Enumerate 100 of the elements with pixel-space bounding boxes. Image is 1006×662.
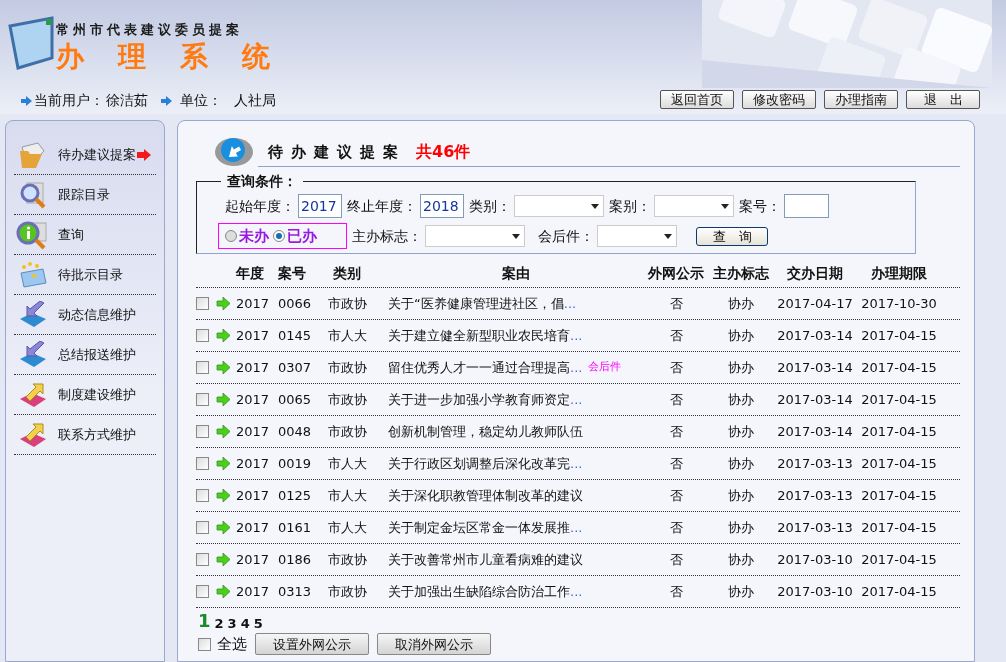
row-checkbox[interactable]: [196, 553, 209, 566]
pointer-arrow-icon: [137, 148, 151, 161]
sidebar-item[interactable]: 待批示目录: [14, 255, 156, 295]
more-link[interactable]: ...: [570, 517, 583, 538]
year-cell-text: 2017: [236, 326, 271, 345]
action-button[interactable]: 取消外网公示: [377, 633, 491, 656]
sidebar-item[interactable]: 制度建设维护: [14, 375, 156, 415]
row-checkbox[interactable]: [196, 521, 209, 534]
title-link[interactable]: 关于行政区划调整后深化改革完: [388, 453, 570, 474]
arrow-badge-icon: [214, 135, 254, 167]
deadline-cell-text: 2017-04-15: [860, 422, 938, 441]
user-name: 徐洁茹: [106, 91, 148, 110]
arrow-icon: [216, 425, 231, 438]
sidebar-item[interactable]: 查询: [14, 215, 156, 255]
more-link[interactable]: ...: [563, 293, 577, 314]
public-cell-text: 否: [668, 454, 684, 473]
unit-label: 单位：: [180, 91, 222, 110]
number-cell-text: 0066: [278, 294, 313, 313]
public-cell-text: 否: [668, 582, 684, 601]
arrow-icon: [216, 361, 231, 374]
title-link[interactable]: 关于加强出生缺陷综合防治工作: [388, 581, 570, 602]
lead-cell-text: 协办: [727, 326, 755, 345]
sidebar-item[interactable]: 联系方式维护: [14, 415, 156, 455]
search-button[interactable]: 查 询: [696, 226, 768, 246]
card-logo-icon: [8, 14, 54, 70]
number-cell-text: 0125: [278, 486, 313, 505]
row-checkbox[interactable]: [196, 329, 209, 342]
deadline-cell-text: 2017-04-15: [860, 390, 938, 409]
nav-button[interactable]: 办理指南: [824, 90, 898, 109]
category-cell-text: 市政协: [328, 550, 368, 569]
assigned-date-cell-text: 2017-03-14: [776, 390, 854, 409]
action-button[interactable]: 设置外网公示: [255, 633, 369, 656]
sidebar-item[interactable]: 总结报送维护: [14, 335, 156, 375]
title-link[interactable]: 关于改善常州市儿童看病难的建议: [388, 549, 583, 570]
assigned-date-cell-text: 2017-03-14: [776, 422, 854, 441]
row-checkbox[interactable]: [196, 585, 209, 598]
column-header: 案由: [500, 264, 531, 283]
year-cell-text: 2017: [236, 550, 271, 569]
title-link[interactable]: 关于制定金坛区常金一体发展推: [388, 517, 570, 538]
more-link[interactable]: ...: [570, 325, 583, 346]
assigned-date-cell-text: 2017-03-14: [776, 326, 854, 345]
number-cell-text: 0307: [278, 358, 313, 377]
sidebar-item[interactable]: 跟踪目录: [14, 175, 156, 215]
arrow-icon: [216, 297, 231, 310]
panel-title: 待办建议提案: [268, 142, 406, 163]
sidebar-item[interactable]: 动态信息维护: [14, 295, 156, 335]
arrow-icon: [216, 521, 231, 534]
row-checkbox[interactable]: [196, 297, 209, 310]
row-checkbox[interactable]: [196, 457, 209, 470]
page-link[interactable]: 5: [253, 617, 263, 630]
year-cell-text: 2017: [236, 294, 271, 313]
nav-button[interactable]: 返回首页: [660, 90, 734, 109]
tray-arrow-icon: [18, 380, 48, 409]
more-link[interactable]: ...: [570, 357, 583, 378]
total-count: 共46件: [416, 141, 471, 163]
title-link[interactable]: 创新机制管理，稳定幼儿教师队伍: [388, 421, 583, 442]
category-cell-text: 市政协: [328, 358, 368, 377]
start-year-field[interactable]: 2017: [298, 194, 342, 218]
page-link[interactable]: 1: [198, 612, 211, 630]
lead-cell-text: 协办: [727, 454, 755, 473]
row-checkbox[interactable]: [196, 361, 209, 374]
number-cell-text: 0065: [278, 390, 313, 409]
tray-arrow-icon: [18, 300, 48, 329]
number-cell-text: 0313: [278, 582, 313, 601]
page-link[interactable]: 3: [227, 617, 237, 630]
page-link[interactable]: 4: [240, 617, 250, 630]
title-link[interactable]: 关于深化职教管理体制改革的建议: [388, 485, 583, 506]
nav-button[interactable]: 退 出: [906, 90, 980, 109]
sidebar-item[interactable]: 待办建议提案: [14, 135, 156, 175]
title-link[interactable]: 关于建立健全新型职业农民培育: [388, 325, 570, 346]
page-link[interactable]: 2: [214, 617, 224, 630]
system-title: 办理系统: [56, 39, 304, 74]
select-all-checkbox[interactable]: [198, 637, 211, 651]
assigned-date-cell-text: 2017-03-10: [776, 550, 854, 569]
system-subtitle: 常州市代表建议委员提案: [56, 21, 244, 39]
more-link[interactable]: ...: [570, 581, 583, 602]
year-cell-text: 2017: [236, 486, 271, 505]
bullet-icon: [160, 95, 172, 106]
more-link[interactable]: ...: [570, 389, 583, 410]
info-icon: [16, 219, 50, 250]
arrow-icon: [216, 457, 231, 470]
status-radio[interactable]: 未办: [225, 224, 269, 248]
arrow-icon: [216, 553, 231, 566]
deadline-cell-text: 2017-04-15: [860, 326, 938, 345]
title-link[interactable]: 关于进一步加强小学教育师资定: [388, 389, 570, 410]
magnifier-icon: [18, 180, 48, 209]
public-cell-text: 否: [668, 422, 684, 441]
row-checkbox[interactable]: [196, 425, 209, 438]
row-checkbox[interactable]: [196, 393, 209, 406]
more-link[interactable]: ...: [570, 453, 583, 474]
nav-button[interactable]: 修改密码: [742, 90, 816, 109]
tray-arrow-icon: [18, 340, 48, 369]
number-field[interactable]: [784, 194, 829, 218]
row-checkbox[interactable]: [196, 489, 209, 502]
user-label: 当前用户：: [34, 91, 104, 110]
title-link[interactable]: 关于“医养健康管理进社区，倡: [388, 293, 564, 314]
title-link[interactable]: 留住优秀人才一一通过合理提高: [388, 357, 570, 378]
end-year-field[interactable]: 2018: [420, 194, 464, 218]
status-radio[interactable]: 已办: [273, 224, 317, 248]
caret-icon: [721, 203, 729, 209]
